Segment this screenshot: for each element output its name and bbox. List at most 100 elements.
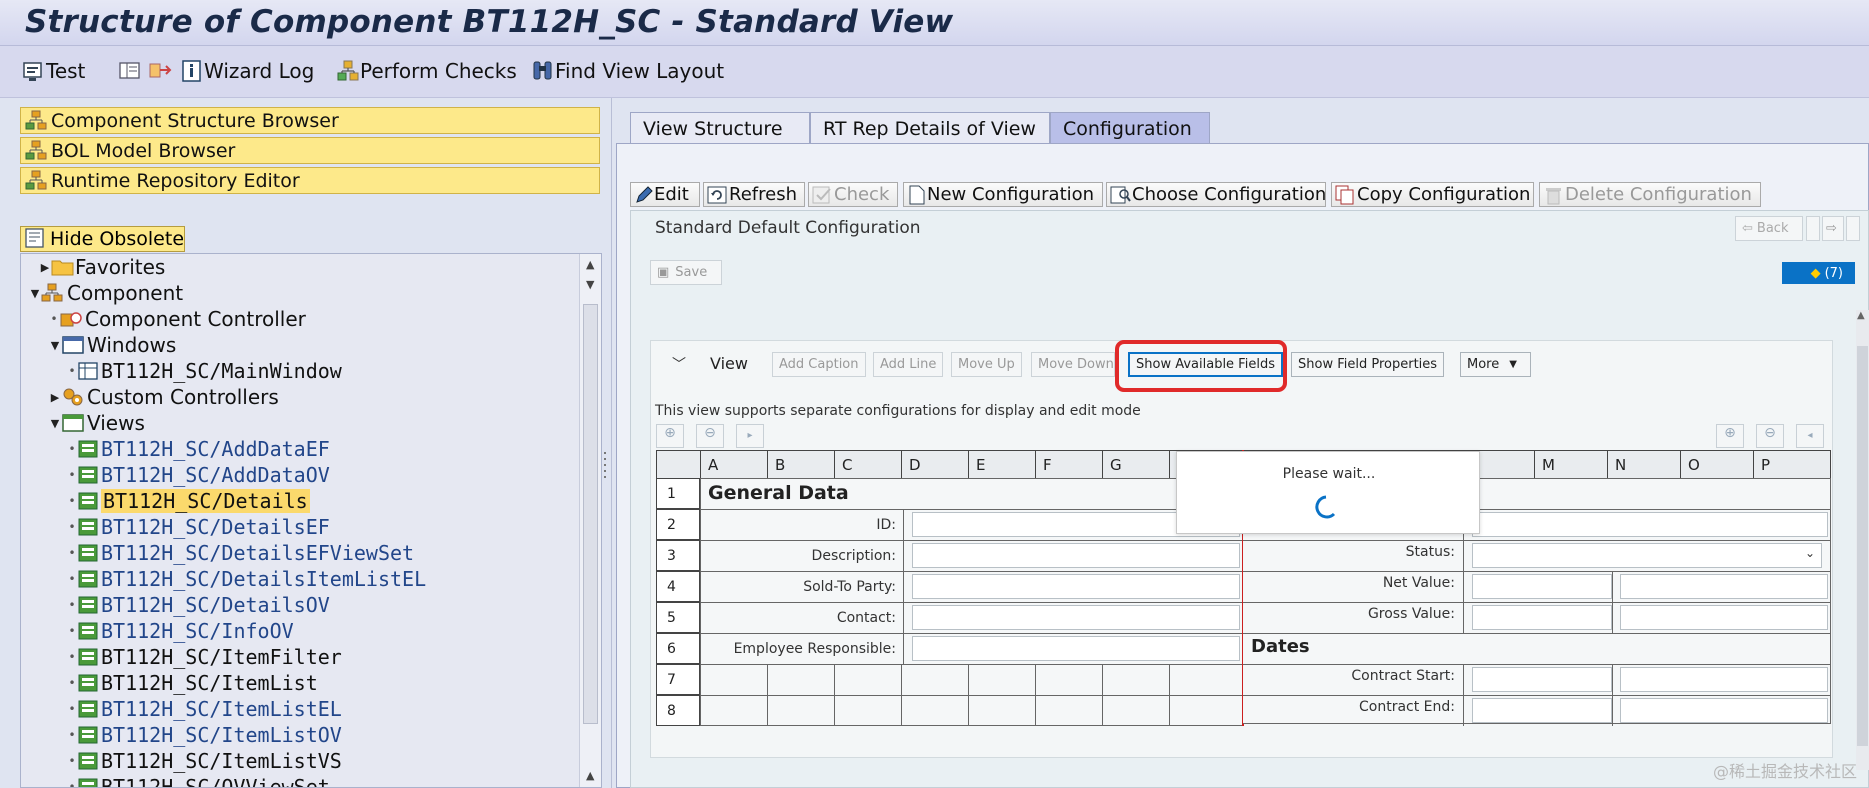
zoom-out-icon[interactable]: ⊖ xyxy=(1756,424,1784,448)
grid-col-header[interactable]: M xyxy=(1534,450,1608,479)
grid-col-header[interactable]: B xyxy=(767,450,835,479)
tree-node-view[interactable]: • BT112H_SC/DetailsItemListEL xyxy=(21,566,581,592)
tree-node-view[interactable]: • BT112H_SC/InfoOV xyxy=(21,618,581,644)
grid-col-header[interactable]: F xyxy=(1035,450,1103,479)
grid-col-header[interactable]: A xyxy=(700,450,768,479)
tree-node-custom-controllers[interactable]: ▶ Custom Controllers xyxy=(21,384,581,410)
field-input-gross-value-currency[interactable] xyxy=(1620,605,1828,630)
grid-row-number[interactable]: 7 xyxy=(656,664,700,695)
expand-icon[interactable]: ▶ xyxy=(49,391,61,404)
field-input-contract-end-time[interactable] xyxy=(1620,698,1828,723)
tab-rt-rep-details[interactable]: RT Rep Details of View xyxy=(810,112,1050,144)
tree-node-view-selected[interactable]: • BT112H_SC/Details xyxy=(21,488,581,514)
component-structure-browser-button[interactable]: Component Structure Browser xyxy=(20,107,600,134)
scroll-thumb[interactable] xyxy=(583,304,598,724)
grid-row-number[interactable]: 2 xyxy=(656,509,700,540)
tree-node-view[interactable]: • BT112H_SC/AddDataOV xyxy=(21,462,581,488)
collapse-chevron-icon[interactable]: ﹀ xyxy=(672,354,686,374)
forward-dropdown[interactable] xyxy=(1846,216,1860,241)
field-input-right-row2[interactable] xyxy=(1472,512,1828,537)
edit-button[interactable]: Edit xyxy=(630,182,700,207)
prev-icon[interactable]: ◂ xyxy=(1796,424,1824,448)
tree-node-view[interactable]: • BT112H_SC/OVViewSet xyxy=(21,774,581,787)
scroll-thumb[interactable] xyxy=(1857,346,1868,746)
zoom-in-icon[interactable]: ⊕ xyxy=(656,424,684,448)
field-input-contract-end[interactable] xyxy=(1472,698,1612,723)
field-input-gross-value[interactable] xyxy=(1472,605,1612,630)
scroll-down-icon[interactable]: ▼ xyxy=(586,278,594,291)
collapse-icon[interactable]: ▼ xyxy=(29,287,41,300)
tree-node-component-controller[interactable]: • Component Controller xyxy=(21,306,581,332)
tree-node-views[interactable]: ▼ Views xyxy=(21,410,581,436)
field-input-contact[interactable] xyxy=(912,605,1240,630)
bol-model-browser-button[interactable]: BOL Model Browser xyxy=(20,137,600,164)
choose-configuration-button[interactable]: Choose Configuration xyxy=(1106,182,1326,207)
configuration-scrollbar[interactable]: ▲ xyxy=(1856,310,1869,770)
expand-icon[interactable]: ▶ xyxy=(39,261,51,274)
grid-col-header[interactable]: E xyxy=(968,450,1036,479)
field-input-employee-responsible[interactable] xyxy=(912,636,1240,661)
field-input-contract-start[interactable] xyxy=(1472,667,1612,692)
field-input-net-value-currency[interactable] xyxy=(1620,574,1828,599)
grid-col-header[interactable]: P xyxy=(1753,450,1831,479)
tree-node-favorites[interactable]: ▶ Favorites xyxy=(21,254,581,280)
grid-row-number[interactable]: 5 xyxy=(656,602,700,633)
grid-row-number[interactable]: 4 xyxy=(656,571,700,602)
add-caption-button[interactable]: Add Caption xyxy=(772,352,866,377)
zoom-in-icon[interactable]: ⊕ xyxy=(1716,424,1744,448)
perform-checks-button[interactable]: Perform Checks xyxy=(336,56,517,86)
tree-node-view[interactable]: • BT112H_SC/DetailsEFViewSet xyxy=(21,540,581,566)
scroll-up-icon[interactable]: ▲ xyxy=(1857,310,1865,321)
show-field-properties-button[interactable]: Show Field Properties xyxy=(1291,352,1445,377)
test-button[interactable]: Test xyxy=(22,56,85,86)
field-input-description[interactable] xyxy=(912,543,1240,568)
tree-node-view[interactable]: • BT112H_SC/ItemListOV xyxy=(21,722,581,748)
move-up-button[interactable]: Move Up xyxy=(951,352,1022,377)
grid-col-header[interactable]: G xyxy=(1102,450,1170,479)
layout-button[interactable] xyxy=(118,56,142,86)
tree-node-view[interactable]: • BT112H_SC/ItemList xyxy=(21,670,581,696)
tab-configuration[interactable]: Configuration xyxy=(1050,112,1210,144)
grid-col-header[interactable]: C xyxy=(834,450,902,479)
navigate-button[interactable] xyxy=(148,56,172,86)
hide-obsolete-button[interactable]: Hide Obsolete xyxy=(20,226,185,252)
tree-node-view[interactable]: • BT112H_SC/DetailsOV xyxy=(21,592,581,618)
tree-node-windows[interactable]: ▼ Windows xyxy=(21,332,581,358)
delete-configuration-button[interactable]: Delete Configuration xyxy=(1539,182,1761,207)
refresh-button[interactable]: Refresh xyxy=(703,182,805,207)
messages-indicator[interactable]: ◆ (7) xyxy=(1782,262,1855,284)
grid-row-number[interactable]: 3 xyxy=(656,540,700,571)
scroll-up-icon[interactable]: ▲ xyxy=(586,769,594,782)
field-select-status[interactable]: ⌄ xyxy=(1472,543,1822,568)
tree-node-view[interactable]: • BT112H_SC/AddDataEF xyxy=(21,436,581,462)
grid-col-header[interactable]: N xyxy=(1607,450,1681,479)
tree-node-component[interactable]: ▼ Component xyxy=(21,280,581,306)
find-view-layout-button[interactable]: Find View Layout xyxy=(531,56,724,86)
wizard-log-button[interactable]: Wizard Log xyxy=(180,56,314,86)
tree-node-view[interactable]: • BT112H_SC/ItemListEL xyxy=(21,696,581,722)
runtime-repository-editor-button[interactable]: Runtime Repository Editor xyxy=(20,167,600,194)
tree-node-view[interactable]: • BT112H_SC/DetailsEF xyxy=(21,514,581,540)
check-button[interactable]: Check xyxy=(808,182,898,207)
move-down-button[interactable]: Move Down xyxy=(1031,352,1115,377)
grid-row-number[interactable]: 1 xyxy=(656,478,700,509)
back-dropdown[interactable] xyxy=(1806,216,1820,241)
next-icon[interactable]: ▸ xyxy=(736,424,764,448)
tree-node-mainwindow[interactable]: • BT112H_SC/MainWindow xyxy=(21,358,581,384)
field-input-sold-to-party[interactable] xyxy=(912,574,1240,599)
collapse-icon[interactable]: ▼ xyxy=(49,417,61,430)
scroll-up-icon[interactable]: ▲ xyxy=(586,258,594,271)
grid-col-header[interactable]: D xyxy=(901,450,969,479)
collapse-icon[interactable]: ▼ xyxy=(49,339,61,352)
zoom-out-icon[interactable]: ⊖ xyxy=(696,424,724,448)
field-input-contract-start-time[interactable] xyxy=(1620,667,1828,692)
back-button[interactable]: ⇦ Back xyxy=(1735,216,1803,241)
grid-row-number[interactable]: 6 xyxy=(656,633,700,664)
tree-scrollbar[interactable]: ▲ ▼ ▲ xyxy=(579,254,601,787)
more-button[interactable]: More ▼ xyxy=(1460,352,1531,377)
grid-col-header[interactable]: O xyxy=(1680,450,1754,479)
splitter-handle[interactable] xyxy=(603,450,609,490)
copy-configuration-button[interactable]: Copy Configuration xyxy=(1331,182,1534,207)
tab-view-structure[interactable]: View Structure xyxy=(630,112,810,144)
field-input-net-value[interactable] xyxy=(1472,574,1612,599)
